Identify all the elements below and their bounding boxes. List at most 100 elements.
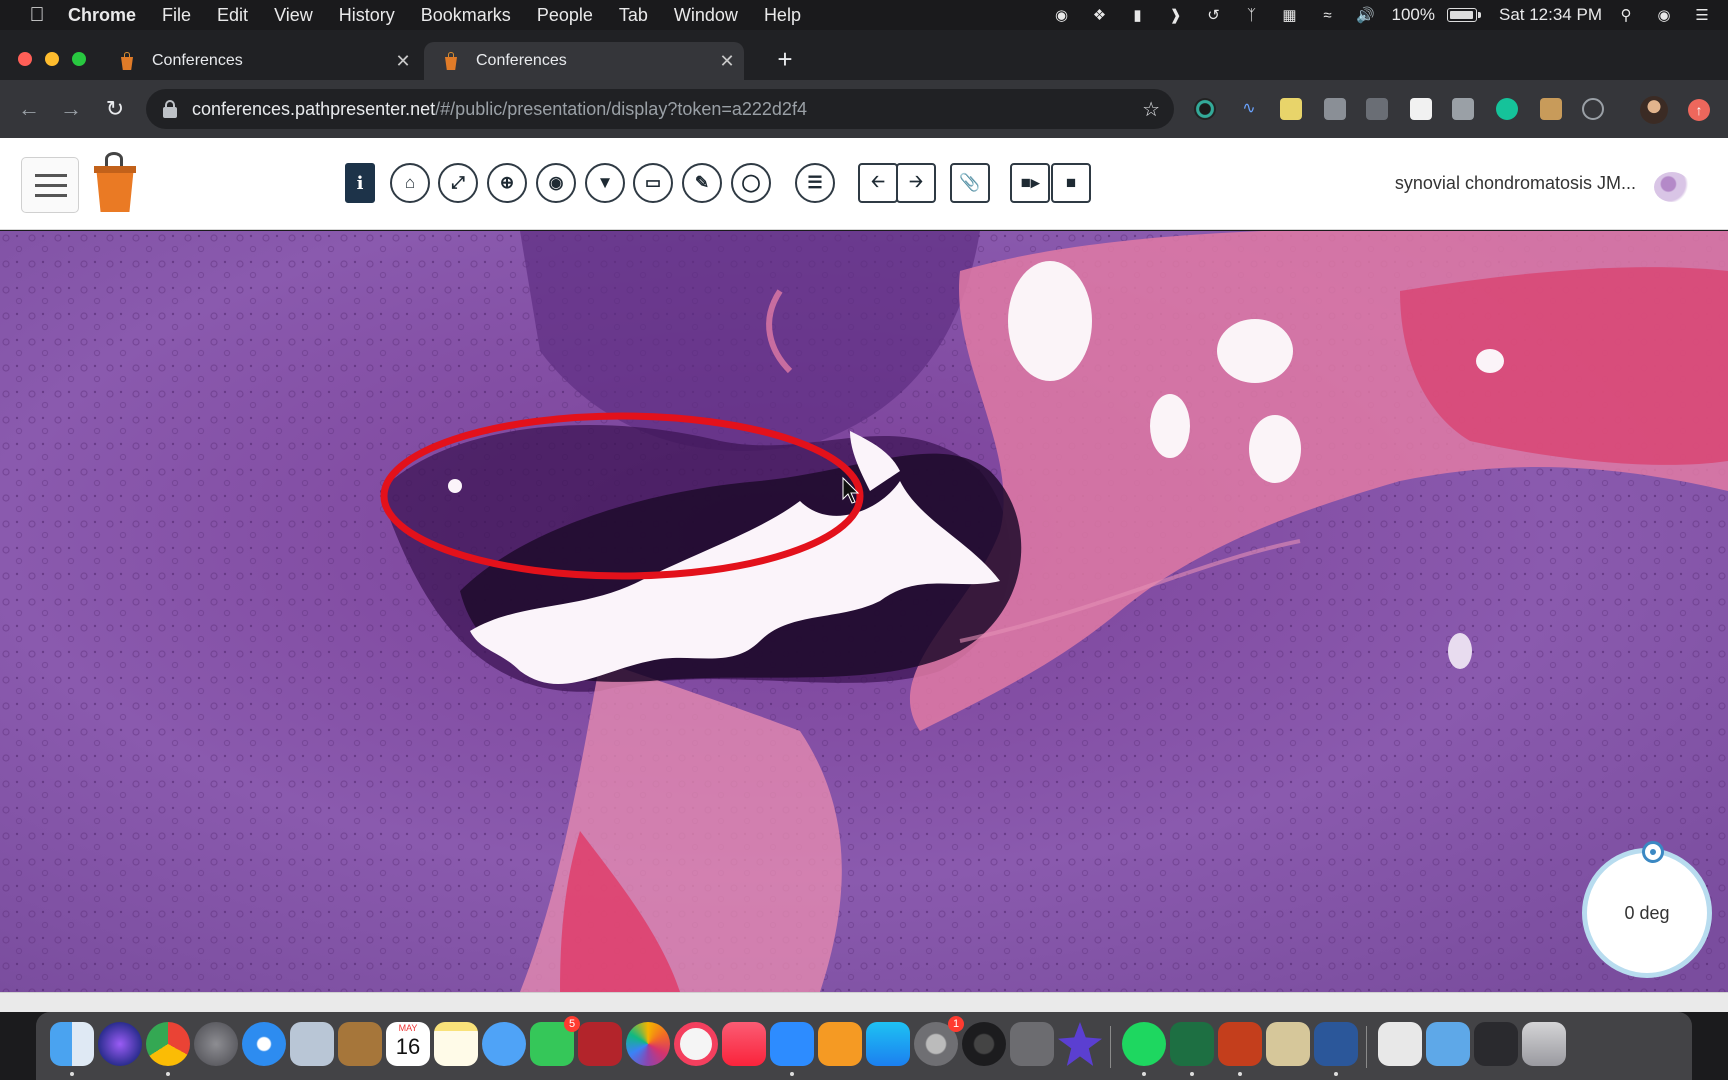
histology-slide-image[interactable] [0,231,1728,992]
powerpoint-icon[interactable] [1218,1022,1262,1066]
back-icon[interactable]: ← [16,96,42,122]
calendar-icon[interactable]: MAY 16 [386,1022,430,1066]
word-icon[interactable] [1314,1022,1358,1066]
pencil-icon[interactable]: ✎ [682,163,722,203]
extension-notes-icon[interactable] [1280,98,1302,120]
trash-icon[interactable] [1522,1022,1566,1066]
time-machine-icon[interactable]: ↺ [1202,5,1226,25]
launchpad-icon[interactable] [194,1022,238,1066]
photo-booth-icon[interactable] [578,1022,622,1066]
monitor-icon[interactable]: ▭ [633,163,673,203]
slide-viewer[interactable] [0,231,1728,992]
paperclip-icon[interactable]: 📎 [950,163,990,203]
audio-hijack-icon[interactable]: ❱ [1164,5,1188,25]
video-icon[interactable]: ■▸ [1010,163,1050,203]
photos-icon[interactable] [626,1022,670,1066]
grammarly-icon[interactable] [1496,98,1518,120]
camera-icon[interactable]: ◉ [536,163,576,203]
forward-icon[interactable]: → [58,96,84,122]
close-window-button[interactable] [18,52,32,66]
rotation-handle[interactable] [1642,841,1664,863]
spotify-icon[interactable] [1122,1022,1166,1066]
minimize-window-button[interactable] [45,52,59,66]
safari-icon[interactable] [242,1022,286,1066]
bookmark-star-icon[interactable]: ☆ [1142,97,1160,122]
screen-stack-icon[interactable] [1474,1022,1518,1066]
books-icon[interactable] [818,1022,862,1066]
extension-search-icon[interactable] [1410,98,1432,120]
arrow-right-icon[interactable]: 🡢 [896,163,936,203]
music-icon[interactable] [722,1022,766,1066]
bluetooth-icon[interactable]: ᛉ [1240,5,1264,25]
fullscreen-icon[interactable]: ⤢ [438,163,478,203]
extension-k-icon[interactable] [1452,98,1474,120]
apple-icon[interactable]:  [26,4,48,27]
extension-color-icon[interactable] [1194,98,1216,120]
app-store-icon[interactable] [866,1022,910,1066]
spotlight-icon[interactable]: ⚲ [1614,5,1638,25]
menu-window[interactable]: Window [674,5,738,26]
wifi-icon[interactable]: ≈ [1316,5,1340,25]
rotation-dial[interactable]: 0 deg [1582,841,1712,978]
extension-dash-icon[interactable] [1366,98,1388,120]
downloads-folder-icon[interactable] [1426,1022,1470,1066]
utilities-icon[interactable] [1010,1022,1054,1066]
info-icon[interactable]: i [345,163,375,203]
record-icon[interactable]: ◉ [1050,5,1074,25]
tab-conferences-2[interactable]: Conferences ✕ [424,42,744,80]
extension-clapper-icon[interactable] [1540,98,1562,120]
chrome-icon[interactable] [146,1022,190,1066]
menu-bookmarks[interactable]: Bookmarks [421,5,511,26]
menu-file[interactable]: File [162,5,191,26]
volume-icon[interactable]: 🔊 [1354,5,1378,25]
finder-icon[interactable] [50,1022,94,1066]
menu-edit[interactable]: Edit [217,5,248,26]
menu-tab[interactable]: Tab [619,5,648,26]
preview-icon[interactable] [1378,1022,1422,1066]
slide-thumbnail[interactable] [1654,172,1690,202]
extension-screenshot-icon[interactable] [1324,98,1346,120]
siri-status-icon[interactable]: ◉ [1652,5,1676,25]
siri-icon[interactable] [98,1022,142,1066]
home-icon[interactable]: ⌂ [390,163,430,203]
quicktime-icon[interactable] [962,1022,1006,1066]
new-tab-button[interactable]: + [770,44,800,74]
clock[interactable]: Sat 12:34 PM [1499,5,1602,25]
arrow-left-icon[interactable]: 🡠 [858,163,898,203]
lock-icon[interactable] [162,100,178,118]
battery-icon[interactable] [1446,8,1481,22]
imovie-icon[interactable] [1058,1022,1102,1066]
menu-people[interactable]: People [537,5,593,26]
zoom-status-icon[interactable]: ▮ [1126,5,1150,25]
close-tab-icon[interactable]: ✕ [386,51,420,72]
notes-icon[interactable] [434,1022,478,1066]
presenter-logo[interactable] [92,152,136,214]
address-bar[interactable]: conferences.pathpresenter.net /#/public/… [146,89,1174,129]
presentation-title[interactable]: synovial chondromatosis JM... [1395,173,1636,194]
list-icon[interactable]: ☰ [795,163,835,203]
lasso-icon[interactable]: ◯ [731,163,771,203]
reload-icon[interactable]: ↻ [102,96,128,122]
profile-avatar[interactable] [1640,96,1668,124]
update-icon[interactable]: ↑ [1688,99,1710,121]
zoom-window-button[interactable] [72,52,86,66]
tab-conferences-1[interactable]: Conferences ✕ [100,42,420,80]
memory-icon[interactable]: ▦ [1278,5,1302,25]
zoom-icon[interactable]: ⊕ [487,163,527,203]
control-center-icon[interactable]: ☰ [1690,5,1714,25]
zoom-app-icon[interactable] [770,1022,814,1066]
mail-bird-icon[interactable] [290,1022,334,1066]
menu-view[interactable]: View [274,5,313,26]
notefile-icon[interactable] [338,1022,382,1066]
extension-signature-icon[interactable]: ∿ [1238,98,1260,120]
news-icon[interactable] [674,1022,718,1066]
dropbox-icon[interactable]: ❖ [1088,5,1112,25]
menu-help[interactable]: Help [764,5,801,26]
horizontal-scrollbar[interactable] [0,992,1728,1012]
stop-icon[interactable]: ■ [1051,163,1091,203]
menu-history[interactable]: History [339,5,395,26]
extension-user-icon[interactable] [1582,98,1604,120]
installer-icon[interactable] [1266,1022,1310,1066]
menu-icon[interactable] [21,157,79,213]
filter-icon[interactable]: ▼ [585,163,625,203]
